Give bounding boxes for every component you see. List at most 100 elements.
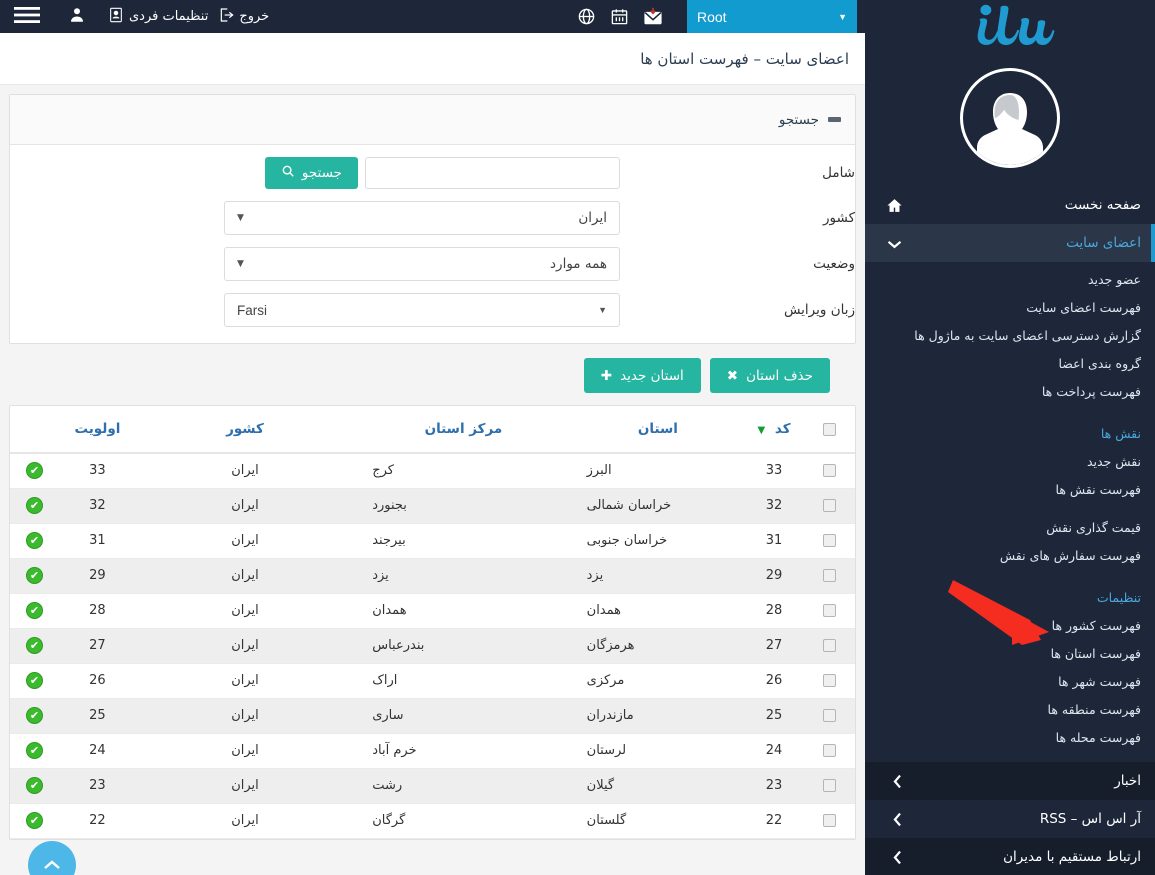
sidebar-section-0[interactable]: اخبار xyxy=(865,762,1155,800)
table-row[interactable]: 24لرستانخرم آبادایران24✔ xyxy=(10,733,855,768)
country-select-value: ایران xyxy=(244,210,607,226)
globe-icon[interactable] xyxy=(577,7,596,26)
collapse-minus-icon[interactable] xyxy=(828,117,841,122)
table-body: 33البرزکرجایران33✔32خراسان شمالیبجنوردای… xyxy=(10,453,855,838)
table-row[interactable]: 22گلستانگرگانایران22✔ xyxy=(10,803,855,838)
status-active-icon: ✔ xyxy=(26,637,43,654)
cell-code[interactable]: 31 xyxy=(743,523,805,558)
sidebar-section-1[interactable]: آر اس اس – RSS xyxy=(865,800,1155,838)
cell-province[interactable]: خراسان جنوبی xyxy=(573,523,743,558)
table-row[interactable]: 28همدانهمدانایران28✔ xyxy=(10,593,855,628)
sidebar-subitem-roles-1[interactable]: فهرست نقش ها xyxy=(865,476,1155,504)
header-code[interactable]: کد ▼ xyxy=(743,406,805,453)
row-select-cell xyxy=(805,628,855,663)
table-row[interactable]: 26مرکزیاراکایران26✔ xyxy=(10,663,855,698)
cell-province[interactable]: هرمزگان xyxy=(573,628,743,663)
sidebar-subitem-settings-2[interactable]: فهرست شهر ها xyxy=(865,668,1155,696)
status-active-icon: ✔ xyxy=(26,532,43,549)
cell-code[interactable]: 22 xyxy=(743,803,805,838)
sidebar-item-members[interactable]: اعضای سایت xyxy=(865,224,1155,262)
sidebar-subitem-members-2[interactable]: گزارش دسترسی اعضای سایت به ماژول ها xyxy=(865,322,1155,350)
cell-province[interactable]: گیلان xyxy=(573,768,743,803)
header-province[interactable]: استان xyxy=(573,406,743,453)
table-row[interactable]: 32خراسان شمالیبجنوردایران32✔ xyxy=(10,488,855,523)
row-checkbox[interactable] xyxy=(823,744,836,757)
cell-province[interactable]: لرستان xyxy=(573,733,743,768)
cell-code[interactable]: 25 xyxy=(743,698,805,733)
cell-province[interactable]: مازندران xyxy=(573,698,743,733)
new-province-button[interactable]: استان جدید ✚ xyxy=(584,358,701,393)
top-bar-icons xyxy=(577,7,663,26)
table-row[interactable]: 31خراسان جنوبیبیرجندایران31✔ xyxy=(10,523,855,558)
sidebar-subitem-settings-3[interactable]: فهرست منطقه ها xyxy=(865,696,1155,724)
user-avatar-icon[interactable] xyxy=(68,6,86,28)
row-checkbox[interactable] xyxy=(823,814,836,827)
header-priority[interactable]: اولویت xyxy=(59,406,136,453)
cell-code[interactable]: 24 xyxy=(743,733,805,768)
cell-code[interactable]: 32 xyxy=(743,488,805,523)
sidebar-section-label-2: ارتباط مستقیم با مدیران xyxy=(903,849,1141,865)
avatar[interactable] xyxy=(960,68,1060,168)
mail-icon[interactable] xyxy=(643,7,663,26)
cell-code[interactable]: 29 xyxy=(743,558,805,593)
cell-province[interactable]: یزد xyxy=(573,558,743,593)
row-checkbox[interactable] xyxy=(823,499,836,512)
sidebar-subitem-members-3[interactable]: گروه بندی اعضا xyxy=(865,350,1155,378)
root-context-select[interactable]: Root ▼ xyxy=(687,0,857,33)
sidebar: صفحه نخست اعضای سایت عضو جدیدفهرست اعضای… xyxy=(865,0,1155,875)
sidebar-subitem-roles-pricing-1[interactable]: فهرست سفارش های نقش xyxy=(865,542,1155,570)
sidebar-subitem-members-0[interactable]: عضو جدید xyxy=(865,266,1155,294)
row-checkbox[interactable] xyxy=(823,674,836,687)
sidebar-item-home[interactable]: صفحه نخست xyxy=(865,186,1155,224)
header-province-center[interactable]: مرکز استان xyxy=(354,406,572,453)
calendar-icon[interactable] xyxy=(610,7,629,26)
cell-code[interactable]: 27 xyxy=(743,628,805,663)
row-checkbox[interactable] xyxy=(823,779,836,792)
row-checkbox[interactable] xyxy=(823,534,836,547)
sidebar-subitem-members-1[interactable]: فهرست اعضای سایت xyxy=(865,294,1155,322)
table-row[interactable]: 29یزدیزدایران29✔ xyxy=(10,558,855,593)
sidebar-subitem-settings-1[interactable]: فهرست استان ها xyxy=(865,640,1155,668)
select-all-checkbox[interactable] xyxy=(823,423,836,436)
personal-settings-label: تنظیمات فردی xyxy=(129,9,208,24)
hamburger-menu-icon[interactable] xyxy=(14,5,40,29)
scroll-to-top-button[interactable] xyxy=(28,841,76,875)
row-select-cell xyxy=(805,558,855,593)
table-row[interactable]: 33البرزکرجایران33✔ xyxy=(10,453,855,488)
table-row[interactable]: 27هرمزگانبندرعباسایران27✔ xyxy=(10,628,855,663)
table-row[interactable]: 23گیلانرشتایران23✔ xyxy=(10,768,855,803)
search-input[interactable] xyxy=(365,157,620,189)
cell-province[interactable]: خراسان شمالی xyxy=(573,488,743,523)
search-panel-header[interactable]: جستجو xyxy=(10,95,855,145)
personal-settings-link[interactable]: تنظیمات فردی xyxy=(108,7,208,27)
cell-code[interactable]: 26 xyxy=(743,663,805,698)
row-checkbox[interactable] xyxy=(823,604,836,617)
status-select[interactable]: همه موارد ▼ xyxy=(224,247,620,281)
logout-link[interactable]: خروج xyxy=(218,7,269,27)
sidebar-subitem-roles-pricing-0[interactable]: قیمت گذاری نقش xyxy=(865,514,1155,542)
cell-code[interactable]: 28 xyxy=(743,593,805,628)
cell-province[interactable]: همدان xyxy=(573,593,743,628)
row-checkbox[interactable] xyxy=(823,569,836,582)
sidebar-section-2[interactable]: ارتباط مستقیم با مدیران xyxy=(865,838,1155,875)
row-checkbox[interactable] xyxy=(823,464,836,477)
country-select[interactable]: ایران ▼ xyxy=(224,201,620,235)
cell-code[interactable]: 33 xyxy=(743,453,805,488)
edit-language-select[interactable]: Farsi ▼ xyxy=(224,293,620,327)
sidebar-subitem-settings-4[interactable]: فهرست محله ها xyxy=(865,724,1155,752)
cell-province[interactable]: گلستان xyxy=(573,803,743,838)
sidebar-subitem-members-4[interactable]: فهرست پرداخت ها xyxy=(865,378,1155,406)
table-row[interactable]: 25مازندرانساریایران25✔ xyxy=(10,698,855,733)
search-button[interactable]: جستجو xyxy=(265,157,358,189)
sidebar-subitem-roles-0[interactable]: نقش جدید xyxy=(865,448,1155,476)
cell-status: ✔ xyxy=(10,488,59,523)
row-checkbox[interactable] xyxy=(823,709,836,722)
cell-code[interactable]: 23 xyxy=(743,768,805,803)
row-checkbox[interactable] xyxy=(823,639,836,652)
cell-province[interactable]: البرز xyxy=(573,453,743,488)
delete-province-button[interactable]: حذف استان ✖ xyxy=(710,358,830,393)
sidebar-subitem-settings-0[interactable]: فهرست کشور ها xyxy=(865,612,1155,640)
header-country[interactable]: کشور xyxy=(136,406,354,453)
cell-province[interactable]: مرکزی xyxy=(573,663,743,698)
logo-icon xyxy=(948,1,1072,61)
